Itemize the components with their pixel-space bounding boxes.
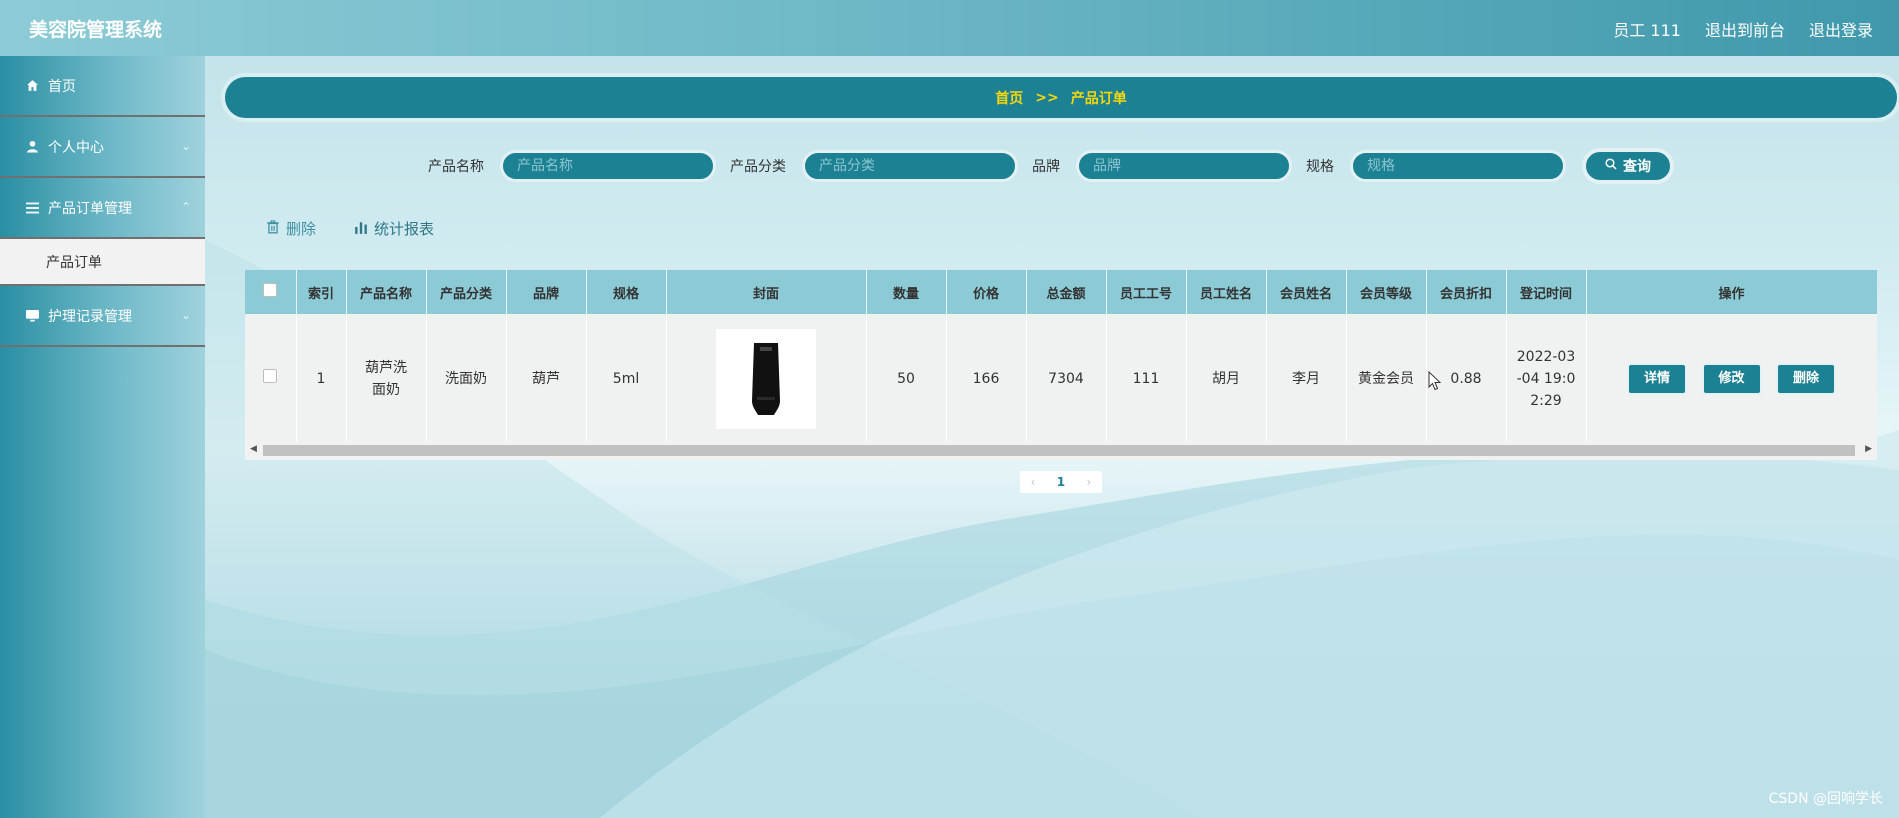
logout-link[interactable]: 退出登录	[1809, 17, 1873, 41]
search-button[interactable]: 查询	[1582, 148, 1674, 184]
cell-quantity: 50	[866, 314, 947, 444]
row-select-cell	[245, 314, 297, 444]
horizontal-scrollbar[interactable]: ◀ ▶	[245, 442, 1877, 458]
sidebar-subitem-product-order[interactable]: 产品订单	[0, 239, 205, 284]
cell-member-name: 李月	[1266, 314, 1347, 444]
watermark: CSDN @回响学长	[1768, 791, 1883, 807]
chevron-down-icon: ⌄	[180, 308, 191, 322]
sidebar-item-home[interactable]: 首页	[0, 56, 205, 117]
search-icon	[1605, 158, 1617, 174]
column-header: 会员折扣	[1426, 270, 1507, 314]
sidebar-item-label: 产品订单管理	[48, 200, 132, 217]
trash-icon	[266, 219, 280, 238]
sidebar-item-label: 护理记录管理	[48, 308, 132, 325]
scroll-right-icon[interactable]: ▶	[1865, 444, 1872, 454]
chevron-down-icon: ⌄	[180, 139, 191, 153]
sidebar-item-label: 首页	[48, 78, 76, 95]
cell-product-name: 葫芦洗面奶	[346, 314, 427, 444]
batch-delete-button[interactable]: 删除	[266, 218, 316, 239]
bar-chart-icon	[354, 220, 368, 238]
batch-delete-label: 删除	[286, 220, 317, 238]
breadcrumb-separator: >>	[1035, 89, 1059, 106]
to-front-link[interactable]: 退出到前台	[1705, 17, 1785, 41]
delete-button[interactable]: 删除	[1775, 363, 1836, 395]
product-name-label: 产品名称	[428, 159, 484, 175]
prev-page-icon[interactable]: ‹	[1031, 475, 1036, 489]
cell-category: 洗面奶	[426, 314, 507, 444]
table-header-row: 索引 产品名称 产品分类 品牌 规格 封面 数量 价格 总金额 员工工号 员工姓…	[245, 270, 1877, 314]
menu-icon	[24, 202, 40, 214]
column-header: 数量	[866, 270, 947, 314]
edit-button[interactable]: 修改	[1701, 363, 1762, 395]
top-right-links: 员工 111 退出到前台 退出登录	[1613, 17, 1873, 41]
cell-spec: 5ml	[586, 314, 667, 444]
brand-label: 品牌	[1032, 159, 1060, 175]
cell-register-time: 2022-03-04 19:02:29	[1506, 314, 1587, 444]
column-header: 索引	[296, 270, 347, 314]
breadcrumb: 首页 >> 产品订单	[225, 77, 1897, 118]
column-header: 登记时间	[1506, 270, 1587, 314]
column-header: 操作	[1586, 270, 1877, 314]
search-bar: 产品名称 产品分类 品牌 规格 查询	[428, 148, 1674, 184]
column-header: 会员等级	[1346, 270, 1427, 314]
orders-table: 索引 产品名称 产品分类 品牌 规格 封面 数量 价格 总金额 员工工号 员工姓…	[245, 270, 1877, 460]
product-name-input[interactable]	[500, 150, 716, 182]
cell-brand: 葫芦	[506, 314, 587, 444]
top-bar: 美容院管理系统 员工 111 退出到前台 退出登录	[0, 0, 1899, 56]
column-header: 规格	[586, 270, 667, 314]
table-row: 1 葫芦洗面奶 洗面奶 葫芦 5ml 50 166 7304 111 胡月 李月…	[245, 314, 1877, 444]
chevron-up-icon: ⌃	[180, 200, 191, 214]
column-header: 产品名称	[346, 270, 427, 314]
user-label[interactable]: 员工 111	[1613, 17, 1681, 41]
sidebar: 首页 个人中心 ⌄ 产品订单管理 ⌃ 产品订单 护理记录管理 ⌄	[0, 56, 205, 818]
cell-member-level: 黄金会员	[1346, 314, 1427, 444]
next-page-icon[interactable]: ›	[1086, 475, 1091, 489]
sidebar-item-care-records[interactable]: 护理记录管理 ⌄	[0, 284, 205, 347]
sidebar-item-label: 个人中心	[48, 139, 104, 156]
pagination: ‹ 1 ›	[1020, 471, 1102, 493]
select-all-checkbox[interactable]	[263, 283, 278, 297]
column-header: 封面	[666, 270, 867, 314]
scrollbar-thumb[interactable]	[263, 445, 1855, 456]
cell-index: 1	[296, 314, 347, 444]
spec-input[interactable]	[1350, 150, 1566, 182]
row-checkbox[interactable]	[263, 369, 278, 383]
product-cover-image	[716, 329, 816, 429]
cell-employee-name: 胡月	[1186, 314, 1267, 444]
column-header: 员工姓名	[1186, 270, 1267, 314]
spec-label: 规格	[1306, 159, 1334, 175]
select-all-cell	[245, 270, 297, 314]
column-header: 总金额	[1026, 270, 1107, 314]
stats-report-label: 统计报表	[374, 220, 435, 238]
column-header: 价格	[946, 270, 1027, 314]
column-header: 品牌	[506, 270, 587, 314]
column-header: 员工工号	[1106, 270, 1187, 314]
cell-cover	[666, 314, 867, 444]
sidebar-item-product-orders[interactable]: 产品订单管理 ⌃	[0, 178, 205, 239]
detail-button[interactable]: 详情	[1627, 363, 1688, 395]
mouse-cursor-icon	[1428, 371, 1442, 391]
brand-input[interactable]	[1076, 150, 1292, 182]
search-button-label: 查询	[1623, 159, 1651, 175]
action-row: 删除 统计报表	[266, 218, 434, 239]
stats-report-button[interactable]: 统计报表	[354, 218, 434, 239]
home-icon	[24, 79, 40, 92]
cell-total: 7304	[1026, 314, 1107, 444]
monitor-icon	[24, 309, 40, 322]
app-title: 美容院管理系统	[29, 19, 163, 41]
breadcrumb-home[interactable]: 首页	[995, 88, 1023, 108]
cell-price: 166	[946, 314, 1027, 444]
column-header: 会员姓名	[1266, 270, 1347, 314]
column-header: 产品分类	[426, 270, 507, 314]
cell-employee-no: 111	[1106, 314, 1187, 444]
category-label: 产品分类	[730, 159, 786, 175]
breadcrumb-current: 产品订单	[1070, 90, 1127, 107]
cell-operations: 详情 修改 删除	[1586, 314, 1877, 444]
user-icon	[24, 140, 40, 153]
scroll-left-icon[interactable]: ◀	[250, 444, 257, 454]
category-input[interactable]	[802, 150, 1018, 182]
sidebar-item-profile[interactable]: 个人中心 ⌄	[0, 117, 205, 178]
page-number[interactable]: 1	[1057, 475, 1065, 489]
